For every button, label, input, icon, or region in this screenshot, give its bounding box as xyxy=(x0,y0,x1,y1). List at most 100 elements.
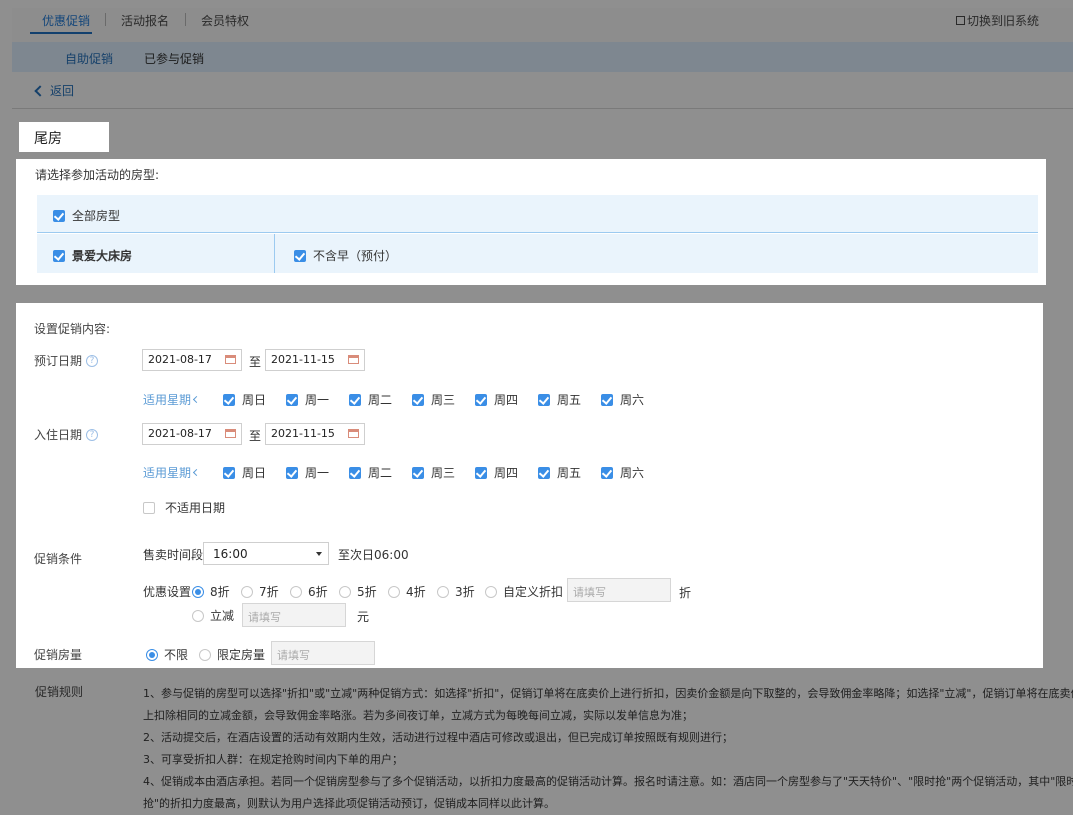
checkin-end-date[interactable]: 2021-11-15 xyxy=(265,423,365,445)
sale-period-select[interactable]: 16:00 xyxy=(203,542,329,565)
discount-unit: 折 xyxy=(679,586,692,600)
day-label: 周五 xyxy=(557,393,582,407)
rule-line: 4、促销成本由酒店承担。若同一个促销房型参与了多个促销活动，以折扣力度最高的促销… xyxy=(143,775,1073,788)
booking-day-sat[interactable]: 周六 xyxy=(601,391,644,408)
discount-radio-7[interactable]: 7折 xyxy=(241,583,279,600)
rule-line: 上扣除相同的立减金额，会导致佣金率略涨。若为多间夜订单，立减方式为每晚每间立减，… xyxy=(143,709,693,722)
discount-option: 7折 xyxy=(259,585,279,599)
sale-period-value: 16:00 xyxy=(213,547,248,561)
checkin-day-fri[interactable]: 周五 xyxy=(538,464,581,481)
booking-day-thu[interactable]: 周四 xyxy=(475,391,518,408)
booking-day-tue[interactable]: 周二 xyxy=(349,391,392,408)
discount-radio-8[interactable]: 8折 xyxy=(192,583,230,600)
discount-radio-custom[interactable]: 自定义折扣 xyxy=(485,583,563,600)
day-label: 周三 xyxy=(431,393,456,407)
rule-line: 抢"的折扣力度最高，则默认为用户选择此项促销活动预订，促销成本同样以此计算。 xyxy=(143,797,556,810)
all-rooms-row: 全部房型 xyxy=(37,195,1038,233)
checkin-start-date[interactable]: 2021-08-17 xyxy=(142,423,242,445)
day-label: 周五 xyxy=(557,466,582,480)
rate-plan-name: 不含早（预付） xyxy=(313,249,398,263)
calendar-icon xyxy=(225,355,236,364)
day-label: 周二 xyxy=(368,393,393,407)
subtab-joined-promo[interactable]: 已参与促销 xyxy=(144,50,204,67)
booking-start-value: 2021-08-17 xyxy=(148,353,212,366)
checkin-day-sun[interactable]: 周日 xyxy=(223,464,266,481)
exclude-dates-checkbox[interactable]: 不适用日期 xyxy=(143,499,225,516)
radio-icon xyxy=(388,585,400,598)
booking-end-value: 2021-11-15 xyxy=(271,353,335,366)
quantity-limited-radio[interactable]: 限定房量 xyxy=(199,646,265,663)
booking-end-date[interactable]: 2021-11-15 xyxy=(265,349,365,371)
section-title: 尾房 xyxy=(19,122,109,152)
promo-heading: 设置促销内容: xyxy=(34,322,111,336)
discount-radio-3[interactable]: 3折 xyxy=(437,583,475,600)
radio-icon xyxy=(290,585,302,598)
booking-start-date[interactable]: 2021-08-17 xyxy=(142,349,242,371)
divider xyxy=(12,108,1073,109)
help-icon[interactable]: ? xyxy=(86,354,99,367)
booking-day-fri[interactable]: 周五 xyxy=(538,391,581,408)
booking-day-sun[interactable]: 周日 xyxy=(223,391,266,408)
discount-setting-label: 优惠设置 xyxy=(143,585,192,599)
checkin-day-sat[interactable]: 周六 xyxy=(601,464,644,481)
rule-line: 2、活动提交后，在酒店设置的活动有效期内生效，活动进行过程中酒店可修改或退出，但… xyxy=(143,731,733,744)
checkin-day-tue[interactable]: 周二 xyxy=(349,464,392,481)
calendar-icon xyxy=(348,355,359,364)
reduce-placeholder: 请填写 xyxy=(248,611,281,624)
checkbox-checked-icon xyxy=(223,393,235,406)
calendar-icon xyxy=(348,429,359,438)
booking-weekday-toggle[interactable]: 适用星期 xyxy=(143,391,201,408)
quantity-placeholder: 请填写 xyxy=(277,649,310,662)
switch-icon xyxy=(955,16,965,25)
reduce-amount-input[interactable]: 请填写 xyxy=(242,603,346,627)
discount-radio-6[interactable]: 6折 xyxy=(290,583,328,600)
room-checkbox[interactable]: 景爱大床房 xyxy=(53,247,132,264)
radio-selected-icon xyxy=(146,648,158,661)
tab-separator xyxy=(105,13,106,26)
column-divider xyxy=(274,234,275,273)
tab-activity-signup[interactable]: 活动报名 xyxy=(121,12,169,29)
quantity-unlimited-radio[interactable]: 不限 xyxy=(146,646,188,663)
checkin-weekday-toggle[interactable]: 适用星期 xyxy=(143,464,201,481)
chevron-left-icon xyxy=(34,84,46,97)
checkbox-checked-icon xyxy=(294,249,306,262)
checkbox-checked-icon xyxy=(53,209,65,222)
back-link[interactable]: 返回 xyxy=(34,82,74,99)
day-label: 周二 xyxy=(368,466,393,480)
checkbox-checked-icon xyxy=(412,393,424,406)
room-name: 景爱大床房 xyxy=(72,249,133,263)
checkbox-checked-icon xyxy=(286,393,298,406)
checkbox-checked-icon xyxy=(349,393,361,406)
discount-option: 5折 xyxy=(357,585,377,599)
radio-icon xyxy=(241,585,253,598)
room-select-label: 请选择参加活动的房型: xyxy=(35,168,160,182)
exclude-dates-label: 不适用日期 xyxy=(165,501,226,515)
discount-radio-4[interactable]: 4折 xyxy=(388,583,426,600)
day-label: 周六 xyxy=(620,393,645,407)
booking-day-mon[interactable]: 周一 xyxy=(286,391,329,408)
reduce-radio[interactable]: 立减 xyxy=(192,607,234,624)
switch-old-system-button[interactable]: 切换到旧系统 xyxy=(955,12,1039,29)
radio-icon xyxy=(437,585,449,598)
checkbox-checked-icon xyxy=(53,249,65,262)
tab-promotions[interactable]: 优惠促销 xyxy=(42,12,90,29)
checkbox-checked-icon xyxy=(538,466,550,479)
quantity-input[interactable]: 请填写 xyxy=(271,641,375,665)
help-icon[interactable]: ? xyxy=(86,428,99,441)
day-label: 周四 xyxy=(494,466,519,480)
all-rooms-checkbox[interactable]: 全部房型 xyxy=(53,207,120,224)
checkin-day-wed[interactable]: 周三 xyxy=(412,464,455,481)
reduce-unit: 元 xyxy=(357,610,370,624)
custom-discount-input[interactable]: 请填写 xyxy=(567,578,671,602)
checkin-date-label: 入住日期 ? xyxy=(34,426,99,443)
room-row: 景爱大床房 不含早（预付） xyxy=(37,234,1038,273)
section-title-text: 尾房 xyxy=(34,131,62,147)
discount-radio-5[interactable]: 5折 xyxy=(339,583,377,600)
checkbox-checked-icon xyxy=(601,466,613,479)
tab-member-privileges[interactable]: 会员特权 xyxy=(201,12,249,29)
booking-day-wed[interactable]: 周三 xyxy=(412,391,455,408)
checkin-day-thu[interactable]: 周四 xyxy=(475,464,518,481)
rate-plan-checkbox[interactable]: 不含早（预付） xyxy=(294,247,397,264)
checkin-day-mon[interactable]: 周一 xyxy=(286,464,329,481)
subtab-self-promo[interactable]: 自助促销 xyxy=(65,50,113,67)
